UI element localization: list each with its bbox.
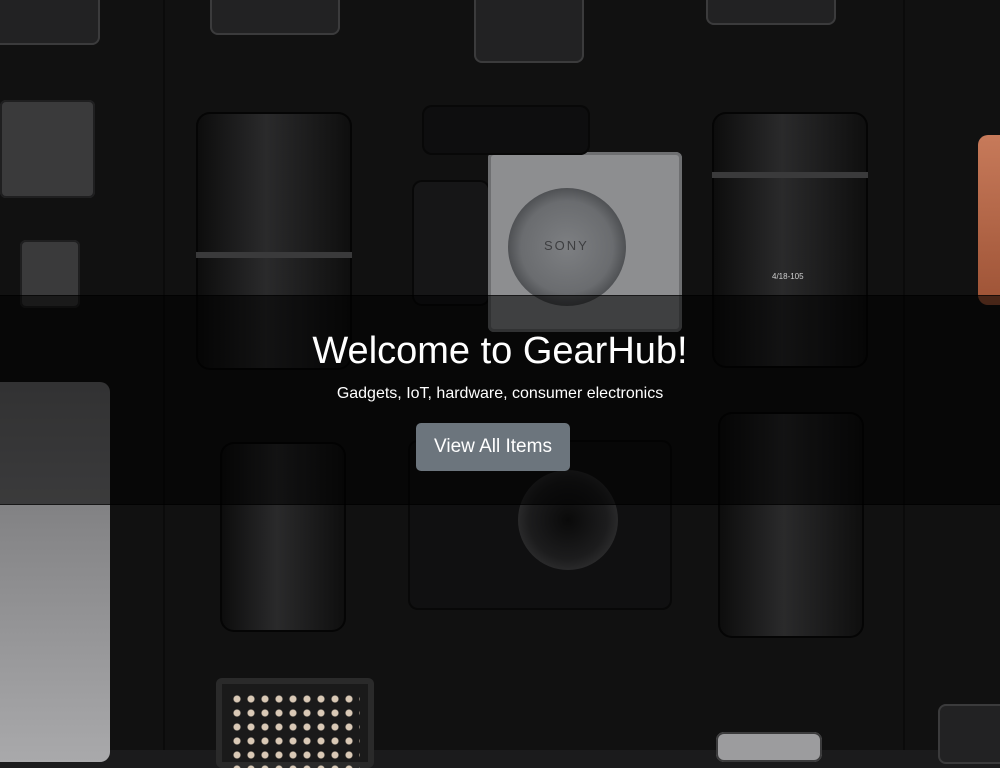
- lens-label: 4/18-105: [772, 272, 804, 281]
- hero-subtitle: Gadgets, IoT, hardware, consumer electro…: [336, 385, 664, 402]
- hero-title: Welcome to GearHub!: [312, 330, 688, 372]
- action-camera: [210, 0, 340, 35]
- action-camera: [706, 0, 836, 25]
- battery-charger: [0, 0, 100, 45]
- camera-top-plate: [422, 105, 590, 155]
- led-panel: [216, 678, 374, 768]
- accessory-plate: [716, 732, 822, 762]
- lens-mount: SONY: [508, 188, 626, 306]
- accessory: [938, 704, 1000, 764]
- view-all-items-button[interactable]: View All Items: [416, 423, 570, 471]
- monitor-device: [474, 0, 584, 63]
- mount-label: SONY: [544, 238, 589, 253]
- battery-charger: [0, 100, 95, 198]
- camera-grip: [412, 180, 490, 306]
- wooden-handle: [978, 135, 1000, 305]
